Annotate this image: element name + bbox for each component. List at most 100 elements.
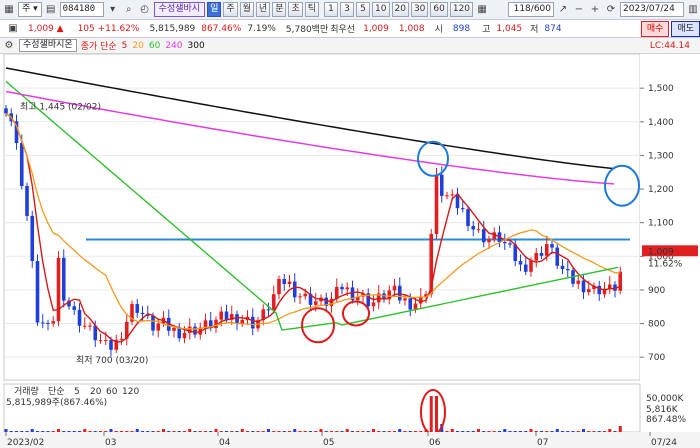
tab-interval-1[interactable]: 1 [324,2,339,17]
date-input[interactable]: 2023/07/24 [620,2,684,17]
volume-bar [277,431,281,432]
chart-toolbar: ▦ 주 ▾ ▤ 084180 ▾ ⌕ ◴ 수성샐바시 일주월년분초틱 1 3 5 10… [0,0,700,20]
period-tabs: 일주월년분초틱 [205,2,320,17]
high-price: 1,045 [496,23,523,34]
candle-body [203,320,208,328]
buy-button[interactable]: 매수 [640,20,670,37]
tab-interval-5[interactable]: 5 [356,2,371,17]
x-tick-label: 04 [219,438,231,448]
price-chart[interactable]: 1,5001,4001,3001,2001,1001,000900800700최… [0,54,700,448]
candle-body [345,287,350,290]
volume-bar [555,429,559,432]
data-count-input[interactable]: 118/600 [508,2,554,17]
volume-bar [235,431,239,432]
volume-bar [540,431,543,432]
volume-bar [534,431,538,432]
volume-bar [93,431,97,432]
volume-bar [545,431,549,432]
tab-interval-60[interactable]: 60 [430,2,448,17]
volume-last: 5,816K [646,405,679,415]
candle-body [555,247,560,266]
candle-body [298,296,302,298]
volume-bar [109,429,113,432]
volume-bar [345,429,349,432]
volume-bar [597,431,601,432]
volume-bar [366,431,370,432]
tab-interval-10[interactable]: 10 [372,2,390,17]
volume-bar [209,431,213,432]
candle-body [240,319,245,324]
layout-icon[interactable]: ▦ [2,3,16,17]
grid-icon[interactable]: ▦ [475,3,489,17]
tab-period-1[interactable]: 주 [223,2,238,17]
calendar-icon[interactable]: ▥ [686,3,700,17]
settings-icon[interactable]: ⚙ [2,39,16,53]
tab-period-4[interactable]: 분 [272,2,287,17]
volume-bar [272,431,276,432]
volume-bar [387,431,391,432]
volume-bar [246,431,249,432]
volume-bar [492,431,496,432]
candle-body [219,311,224,320]
trade-amount: 5,780백만 [285,25,329,35]
tab-period-6[interactable]: 틱 [304,2,320,17]
low-note: 최저 700 (03/20) [76,355,148,366]
refresh-icon[interactable]: ⟳ [604,3,618,17]
indicator-name[interactable]: 수성샐바시온 [19,39,77,52]
sell-button[interactable]: 매도 [671,20,700,37]
search-icon[interactable]: ⌕ [122,3,136,17]
candle-body [445,195,449,197]
tab-interval-20[interactable]: 20 [391,2,409,17]
history-icon[interactable]: ◴ [138,3,152,17]
chevron-down-icon[interactable]: ▾ [106,3,120,17]
tab-period-0[interactable]: 일 [207,2,222,17]
volume-bar [62,431,66,432]
volume-ma-5: 5 [74,387,80,397]
ma-legend-60: 60 [148,40,161,51]
interval-tabs: 1 3 5 10 20 30 60 120 [322,2,474,17]
zoom-out-icon[interactable]: − [572,3,586,17]
tab-interval-30[interactable]: 30 [410,2,429,17]
y-tick-label: 1,100 [648,219,674,229]
stock-code-input[interactable]: 084180 [59,2,104,17]
volume-bar [193,431,197,432]
candle-body [140,312,145,315]
tab-period-5[interactable]: 초 [288,2,303,17]
candle-body [460,208,465,210]
stock-name-field[interactable]: 수성샐바시 [153,2,206,17]
candle-body [550,244,554,248]
volume-bar [51,431,55,432]
candle-body [193,326,197,335]
volume-bar [251,431,255,432]
tab-period-3[interactable]: 년 [255,2,271,17]
candle-body [340,286,344,290]
volume-bar [46,431,50,432]
candle-body [618,271,623,291]
mode-select[interactable]: 주 ▾ [18,2,42,17]
volume-bar [550,431,554,432]
stock-list-icon[interactable]: ▤ [44,3,58,17]
tab-interval-120[interactable]: 120 [449,2,474,17]
tab-interval-3[interactable]: 3 [340,2,355,17]
candle-body [523,264,528,272]
candle-body [476,229,481,231]
ma-label: 종가 단순 [80,42,117,52]
volume-bar [487,431,491,432]
volume-bar [219,431,223,432]
current-price: 1,009 ▲ [28,23,64,34]
candle-body [182,332,187,339]
volume-bar [566,431,570,432]
candle-body [25,186,29,216]
high-label: 고 [482,25,491,35]
lock-icon[interactable]: ▣ [2,22,24,36]
arrow-icon[interactable]: ↗ [556,3,570,17]
tab-period-2[interactable]: 월 [239,2,254,17]
volume-bar [608,429,612,432]
volume-bar [309,431,312,432]
volume-bar [429,396,433,432]
candle-body [77,309,82,326]
open-price: 898 [452,23,471,34]
candle-body [502,242,507,244]
volume-bar [141,431,144,432]
zoom-in-icon[interactable]: + [588,3,602,17]
